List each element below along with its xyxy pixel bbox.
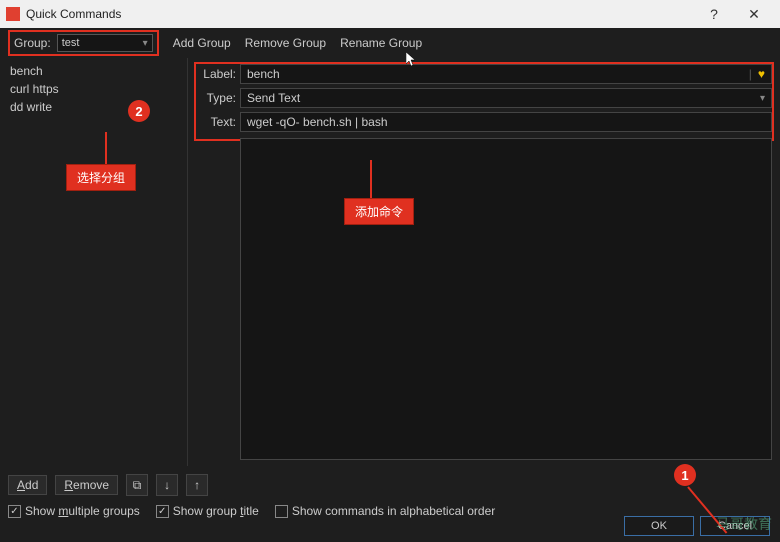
annotation-badge-2: 2 (128, 100, 150, 122)
command-editor: Label: bench | ♥ Type: Send Text ▾ Text: (188, 58, 780, 466)
check-label: Show commands in alphabetical order (292, 504, 495, 518)
command-list: bench curl https dd write (0, 58, 188, 466)
annotation-line (105, 132, 107, 164)
group-selector-wrap: Group: test ▾ (8, 30, 159, 56)
checkbox-icon: ✓ (156, 505, 169, 518)
titlebar: Quick Commands ? ✕ (0, 0, 780, 28)
content-area: Group: test ▾ Add Group Remove Group Ren… (0, 28, 780, 542)
chevron-down-icon: ▾ (760, 93, 765, 104)
text-value: wget -qO- bench.sh | bash (247, 115, 388, 129)
annotation-callout-select-group: 选择分组 (66, 164, 136, 191)
close-button[interactable]: ✕ (734, 0, 774, 28)
group-label: Group: (14, 36, 51, 50)
ok-button[interactable]: OK (624, 516, 694, 536)
type-value: Send Text (247, 91, 300, 105)
move-up-button[interactable]: ↑ (186, 474, 208, 496)
alphabetical-order-check[interactable]: Show commands in alphabetical order (275, 504, 495, 518)
options-row: ✓ Show multiple groups ✓ Show group titl… (8, 504, 495, 518)
rename-group-button[interactable]: Rename Group (340, 36, 422, 50)
command-item-bench[interactable]: bench (0, 62, 187, 80)
checkbox-icon (275, 505, 288, 518)
show-multiple-groups-check[interactable]: ✓ Show multiple groups (8, 504, 140, 518)
type-select[interactable]: Send Text ▾ (240, 88, 772, 108)
remove-button[interactable]: Remove (55, 475, 118, 495)
move-down-button[interactable]: ↓ (156, 474, 178, 496)
favorite-icon[interactable]: ♥ (758, 67, 765, 81)
show-group-title-check[interactable]: ✓ Show group title (156, 504, 259, 518)
toolbar: Group: test ▾ Add Group Remove Group Ren… (0, 28, 780, 58)
help-button[interactable]: ? (694, 0, 734, 28)
annotation-callout-add-command: 添加命令 (344, 198, 414, 225)
text-input[interactable]: wget -qO- bench.sh | bash (240, 112, 772, 132)
copy-button[interactable]: ⧉ (126, 474, 148, 496)
chevron-down-icon: ▾ (143, 38, 148, 49)
app-icon (6, 7, 20, 21)
main-area: bench curl https dd write Label: bench |… (0, 58, 780, 466)
text-area[interactable] (240, 138, 772, 460)
type-caption: Type: (196, 91, 240, 105)
command-item-dd[interactable]: dd write (0, 98, 187, 116)
add-group-button[interactable]: Add Group (173, 36, 231, 50)
editor-highlight-box: Label: bench | ♥ Type: Send Text ▾ Text: (194, 62, 774, 141)
check-label: Show multiple groups (25, 504, 140, 518)
remove-group-button[interactable]: Remove Group (245, 36, 326, 50)
label-value: bench (247, 67, 280, 81)
check-label: Show group title (173, 504, 259, 518)
annotation-badge-1: 1 (674, 464, 696, 486)
annotation-line (370, 160, 372, 198)
label-caption: Label: (196, 67, 240, 81)
divider: | (749, 67, 752, 81)
add-label: dd (25, 478, 38, 492)
bottom-toolbar: Add Remove ⧉ ↓ ↑ (8, 474, 208, 496)
group-select-value: test (62, 37, 80, 49)
group-select[interactable]: test ▾ (57, 34, 153, 52)
add-button[interactable]: Add (8, 475, 47, 495)
text-caption: Text: (196, 115, 240, 129)
command-item-curl[interactable]: curl https (0, 80, 187, 98)
window-title: Quick Commands (26, 7, 694, 21)
dialog-buttons: OK Cancel (624, 516, 770, 536)
checkbox-icon: ✓ (8, 505, 21, 518)
label-input[interactable]: bench | ♥ (240, 64, 772, 84)
cancel-button[interactable]: Cancel (700, 516, 770, 536)
remove-label: emove (73, 478, 109, 492)
